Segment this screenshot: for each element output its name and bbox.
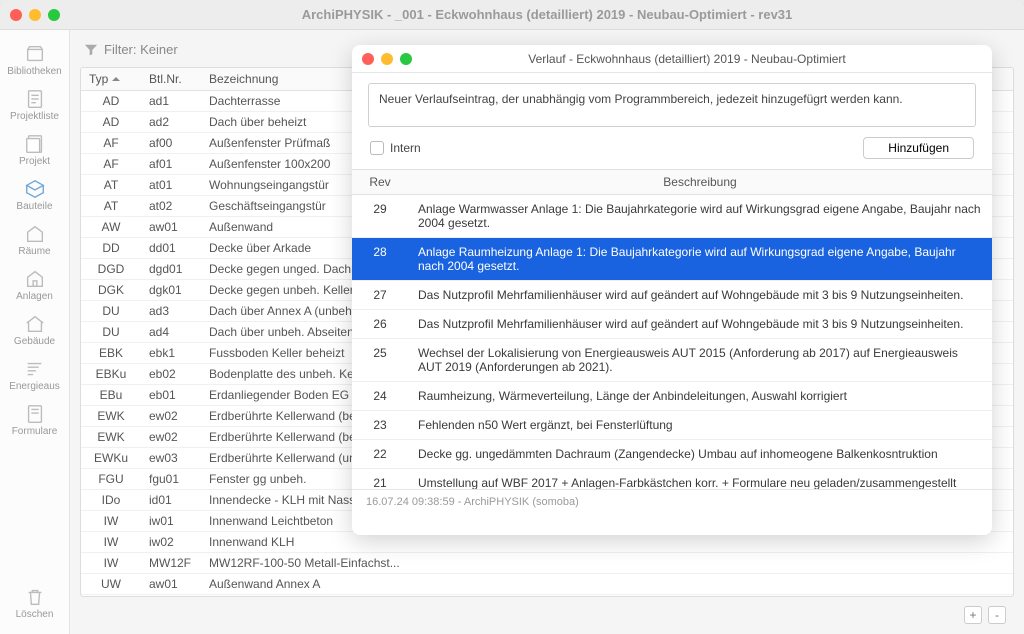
sidebar-item-label: Gebäude <box>14 336 55 347</box>
sidebar-item-energieaus[interactable]: Energieaus <box>5 353 65 396</box>
table-row[interactable]: IWMW12FMW12RF-100-50 Metall-Einfachst... <box>81 553 1013 574</box>
bibliotheken-icon <box>21 42 49 66</box>
revision-row[interactable]: 24Raumheizung, Wärmeverteilung, Länge de… <box>352 382 992 411</box>
sidebar-item-loeschen[interactable]: Löschen <box>5 581 65 624</box>
main-window-title: ArchiPHYSIK - _001 - Eckwohnhaus (detail… <box>70 7 1024 22</box>
projektliste-icon <box>21 87 49 111</box>
revision-row[interactable]: 23Fehlenden n50 Wert ergänzt, bei Fenste… <box>352 411 992 440</box>
sidebar-item-label: Bibliotheken <box>7 66 61 77</box>
window-controls <box>0 3 70 27</box>
sidebar-item-bibliotheken[interactable]: Bibliotheken <box>5 38 65 81</box>
dialog-title: Verlauf - Eckwohnhaus (detailliert) 2019… <box>422 52 992 66</box>
sidebar-item-label: Räume <box>18 246 50 257</box>
verlauf-dialog: Verlauf - Eckwohnhaus (detailliert) 2019… <box>352 45 992 535</box>
sidebar-item-label: Energieaus <box>9 381 60 392</box>
raeume-icon <box>21 222 49 246</box>
maximize-icon[interactable] <box>400 53 412 65</box>
sidebar-item-label: Projekt <box>19 156 50 167</box>
filter-icon <box>84 43 98 57</box>
sidebar-item-label: Löschen <box>16 609 54 620</box>
col-btlnr[interactable]: Btl.Nr. <box>141 68 201 91</box>
table-row[interactable]: WGDwgd01Wand gegen unged. Dachraum <box>81 595 1013 598</box>
close-icon[interactable] <box>362 53 374 65</box>
sidebar-item-label: Formulare <box>12 426 58 437</box>
revision-row[interactable]: 28Anlage Raumheizung Anlage 1: Die Bauja… <box>352 238 992 281</box>
sidebar: Bibliotheken Projektliste Projekt Bauteile R… <box>0 30 70 634</box>
dialog-footer: 16.07.24 09:38:59 - ArchiPHYSIK (somoba) <box>352 489 992 514</box>
revision-row[interactable]: 21Umstellung auf WBF 2017 + Anlagen-Farb… <box>352 469 992 490</box>
projekt-icon <box>21 132 49 156</box>
revision-row[interactable]: 25Wechsel der Lokalisierung von Energiea… <box>352 339 992 382</box>
intern-checkbox[interactable]: Intern <box>370 141 421 155</box>
table-row[interactable]: UWaw01Außenwand Annex A <box>81 574 1013 595</box>
intern-label: Intern <box>390 141 421 155</box>
col-rev[interactable]: Rev <box>352 170 408 195</box>
remove-button[interactable]: - <box>988 606 1006 624</box>
sidebar-item-label: Anlagen <box>16 291 53 302</box>
maximize-icon[interactable] <box>48 9 60 21</box>
formulare-icon <box>21 402 49 426</box>
sidebar-item-raeume[interactable]: Räume <box>5 218 65 261</box>
main-titlebar: ArchiPHYSIK - _001 - Eckwohnhaus (detail… <box>0 0 1024 30</box>
sidebar-item-label: Bauteile <box>16 201 52 212</box>
gebaeude-icon <box>21 312 49 336</box>
revision-row[interactable]: 29Anlage Warmwasser Anlage 1: Die Baujah… <box>352 195 992 238</box>
minimize-icon[interactable] <box>381 53 393 65</box>
sidebar-item-anlagen[interactable]: Anlagen <box>5 263 65 306</box>
close-icon[interactable] <box>10 9 22 21</box>
anlagen-icon <box>21 267 49 291</box>
revision-table[interactable]: Rev Beschreibung 29Anlage Warmwasser Anl… <box>352 169 992 489</box>
entry-textarea[interactable]: Neuer Verlaufseintrag, der unabhängig vo… <box>368 83 976 127</box>
col-typ[interactable]: Typ <box>81 68 141 91</box>
energieaus-icon <box>21 357 49 381</box>
revision-row[interactable]: 26Das Nutzprofil Mehrfamilienhäuser wird… <box>352 310 992 339</box>
sidebar-item-formulare[interactable]: Formulare <box>5 398 65 441</box>
sidebar-item-gebaeude[interactable]: Gebäude <box>5 308 65 351</box>
revision-row[interactable]: 27Das Nutzprofil Mehrfamilienhäuser wird… <box>352 281 992 310</box>
add-button[interactable]: + <box>964 606 982 624</box>
revision-row[interactable]: 22Decke gg. ungedämmten Dachraum (Zangen… <box>352 440 992 469</box>
minimize-icon[interactable] <box>29 9 41 21</box>
bauteile-icon <box>21 177 49 201</box>
sidebar-item-label: Projektliste <box>10 111 59 122</box>
checkbox-icon <box>370 141 384 155</box>
sidebar-item-projektliste[interactable]: Projektliste <box>5 83 65 126</box>
hinzufuegen-button[interactable]: Hinzufügen <box>863 137 974 159</box>
filter-label: Filter: Keiner <box>104 42 178 57</box>
sidebar-item-projekt[interactable]: Projekt <box>5 128 65 171</box>
col-beschreibung[interactable]: Beschreibung <box>408 170 992 195</box>
sidebar-item-bauteile[interactable]: Bauteile <box>5 173 65 216</box>
trash-icon <box>21 585 49 609</box>
